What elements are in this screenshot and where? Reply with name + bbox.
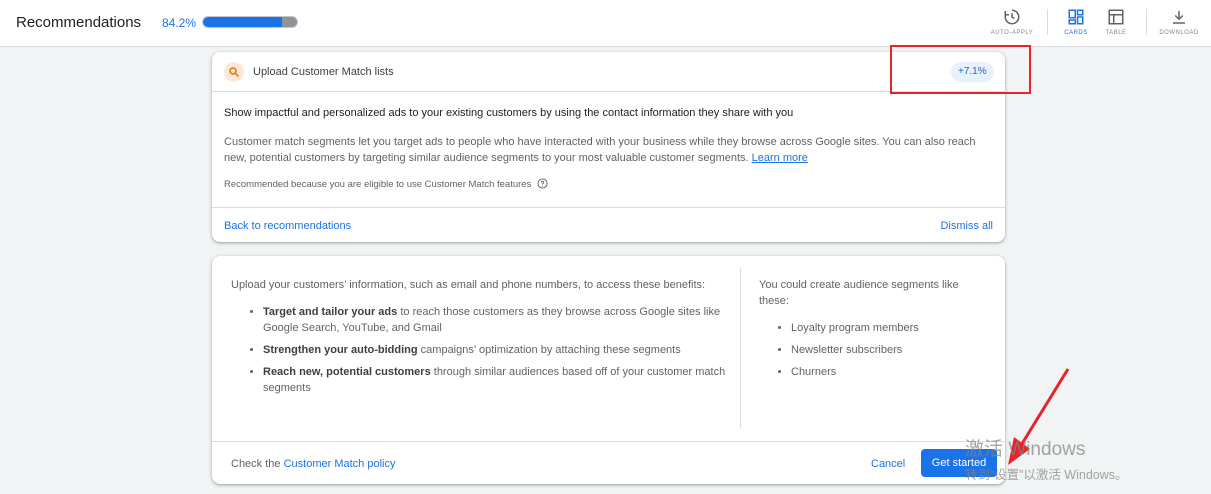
description-text: Customer match segments let you target a… bbox=[224, 136, 976, 164]
cancel-button[interactable]: Cancel bbox=[864, 451, 912, 477]
page-title: Recommendations bbox=[16, 14, 142, 31]
benefit-item: Reach new, potential customers through s… bbox=[263, 364, 726, 396]
segments-section: You could create audience segments like … bbox=[759, 277, 989, 386]
dismiss-all-link[interactable]: Dismiss all bbox=[940, 220, 993, 232]
recommendation-title: Upload Customer Match lists bbox=[253, 66, 394, 78]
segments-intro: You could create audience segments like … bbox=[759, 279, 959, 307]
auto-apply-button[interactable]: AUTO-APPLY bbox=[987, 6, 1037, 42]
policy-prefix: Check the bbox=[231, 458, 284, 470]
optimization-score-bar bbox=[202, 16, 298, 28]
cards-icon bbox=[1068, 9, 1084, 25]
search-icon bbox=[229, 67, 240, 78]
benefit-bold: Target and tailor your ads bbox=[263, 306, 398, 318]
table-view-button[interactable]: TABLE bbox=[1091, 6, 1141, 42]
benefit-bold: Reach new, potential customers bbox=[263, 366, 431, 378]
segment-item: Churners bbox=[791, 364, 989, 380]
auto-apply-icon bbox=[1004, 9, 1020, 25]
segments-list: Loyalty program members Newsletter subsc… bbox=[759, 320, 989, 380]
table-label: TABLE bbox=[1105, 30, 1127, 36]
search-icon-badge bbox=[224, 62, 244, 82]
download-button[interactable]: DOWNLOAD bbox=[1154, 6, 1204, 42]
watermark-line-1: 激活 Windows bbox=[965, 439, 1086, 460]
windows-activation-watermark: 激活 Windows 转到“设置”以激活 Windows。 bbox=[965, 438, 1128, 483]
recommendation-card-footer: Back to recommendations Dismiss all bbox=[212, 207, 1005, 242]
benefits-section: Upload your customers’ information, such… bbox=[231, 277, 726, 402]
watermark-line-2: 转到“设置”以激活 Windows。 bbox=[965, 468, 1128, 482]
download-label: DOWNLOAD bbox=[1159, 30, 1199, 36]
recommendation-description: Customer match segments let you target a… bbox=[224, 134, 994, 166]
benefit-bold: Strengthen your auto-bidding bbox=[263, 344, 418, 356]
help-icon[interactable] bbox=[537, 178, 548, 189]
back-to-recommendations-link[interactable]: Back to recommendations bbox=[224, 220, 351, 232]
details-card: Upload your customers’ information, such… bbox=[212, 256, 1005, 484]
recommendation-card: Upload Customer Match lists +7.1% Show i… bbox=[212, 52, 1005, 242]
download-icon bbox=[1173, 11, 1185, 24]
recommendation-reason: Recommended because you are eligible to … bbox=[224, 178, 548, 190]
optimization-score-bar-remaining bbox=[282, 17, 297, 27]
benefits-intro: Upload your customers’ information, such… bbox=[231, 279, 706, 291]
top-bar: Recommendations 84.2% AUTO-APPLY CARDS T… bbox=[0, 0, 1211, 47]
toolbar-divider bbox=[1146, 9, 1147, 35]
policy-note: Check the Customer Match policy bbox=[231, 458, 395, 470]
reason-text: Recommended because you are eligible to … bbox=[224, 179, 532, 190]
section-divider bbox=[740, 268, 741, 428]
auto-apply-label: AUTO-APPLY bbox=[990, 30, 1034, 36]
benefit-item: Strengthen your auto-bidding campaigns’ … bbox=[263, 342, 726, 358]
benefit-text: campaigns’ optimization by attaching the… bbox=[417, 344, 681, 356]
benefits-list: Target and tailor your ads to reach thos… bbox=[231, 304, 726, 396]
segment-item: Newsletter subscribers bbox=[791, 342, 989, 358]
toolbar-divider bbox=[1047, 9, 1048, 35]
customer-match-policy-link[interactable]: Customer Match policy bbox=[284, 458, 396, 470]
recommendation-headline: Show impactful and personalized ads to y… bbox=[224, 107, 794, 119]
optimization-score-bar-fill bbox=[203, 17, 283, 27]
learn-more-link[interactable]: Learn more bbox=[752, 152, 808, 164]
annotation-highlight-box bbox=[890, 45, 1031, 94]
table-icon bbox=[1108, 9, 1124, 25]
segment-item: Loyalty program members bbox=[791, 320, 989, 336]
recommendation-card-header: Upload Customer Match lists +7.1% bbox=[212, 52, 1005, 92]
benefit-item: Target and tailor your ads to reach thos… bbox=[263, 304, 726, 336]
details-card-footer: Check the Customer Match policy Cancel G… bbox=[212, 441, 1005, 484]
optimization-score: 84.2% bbox=[162, 16, 197, 30]
